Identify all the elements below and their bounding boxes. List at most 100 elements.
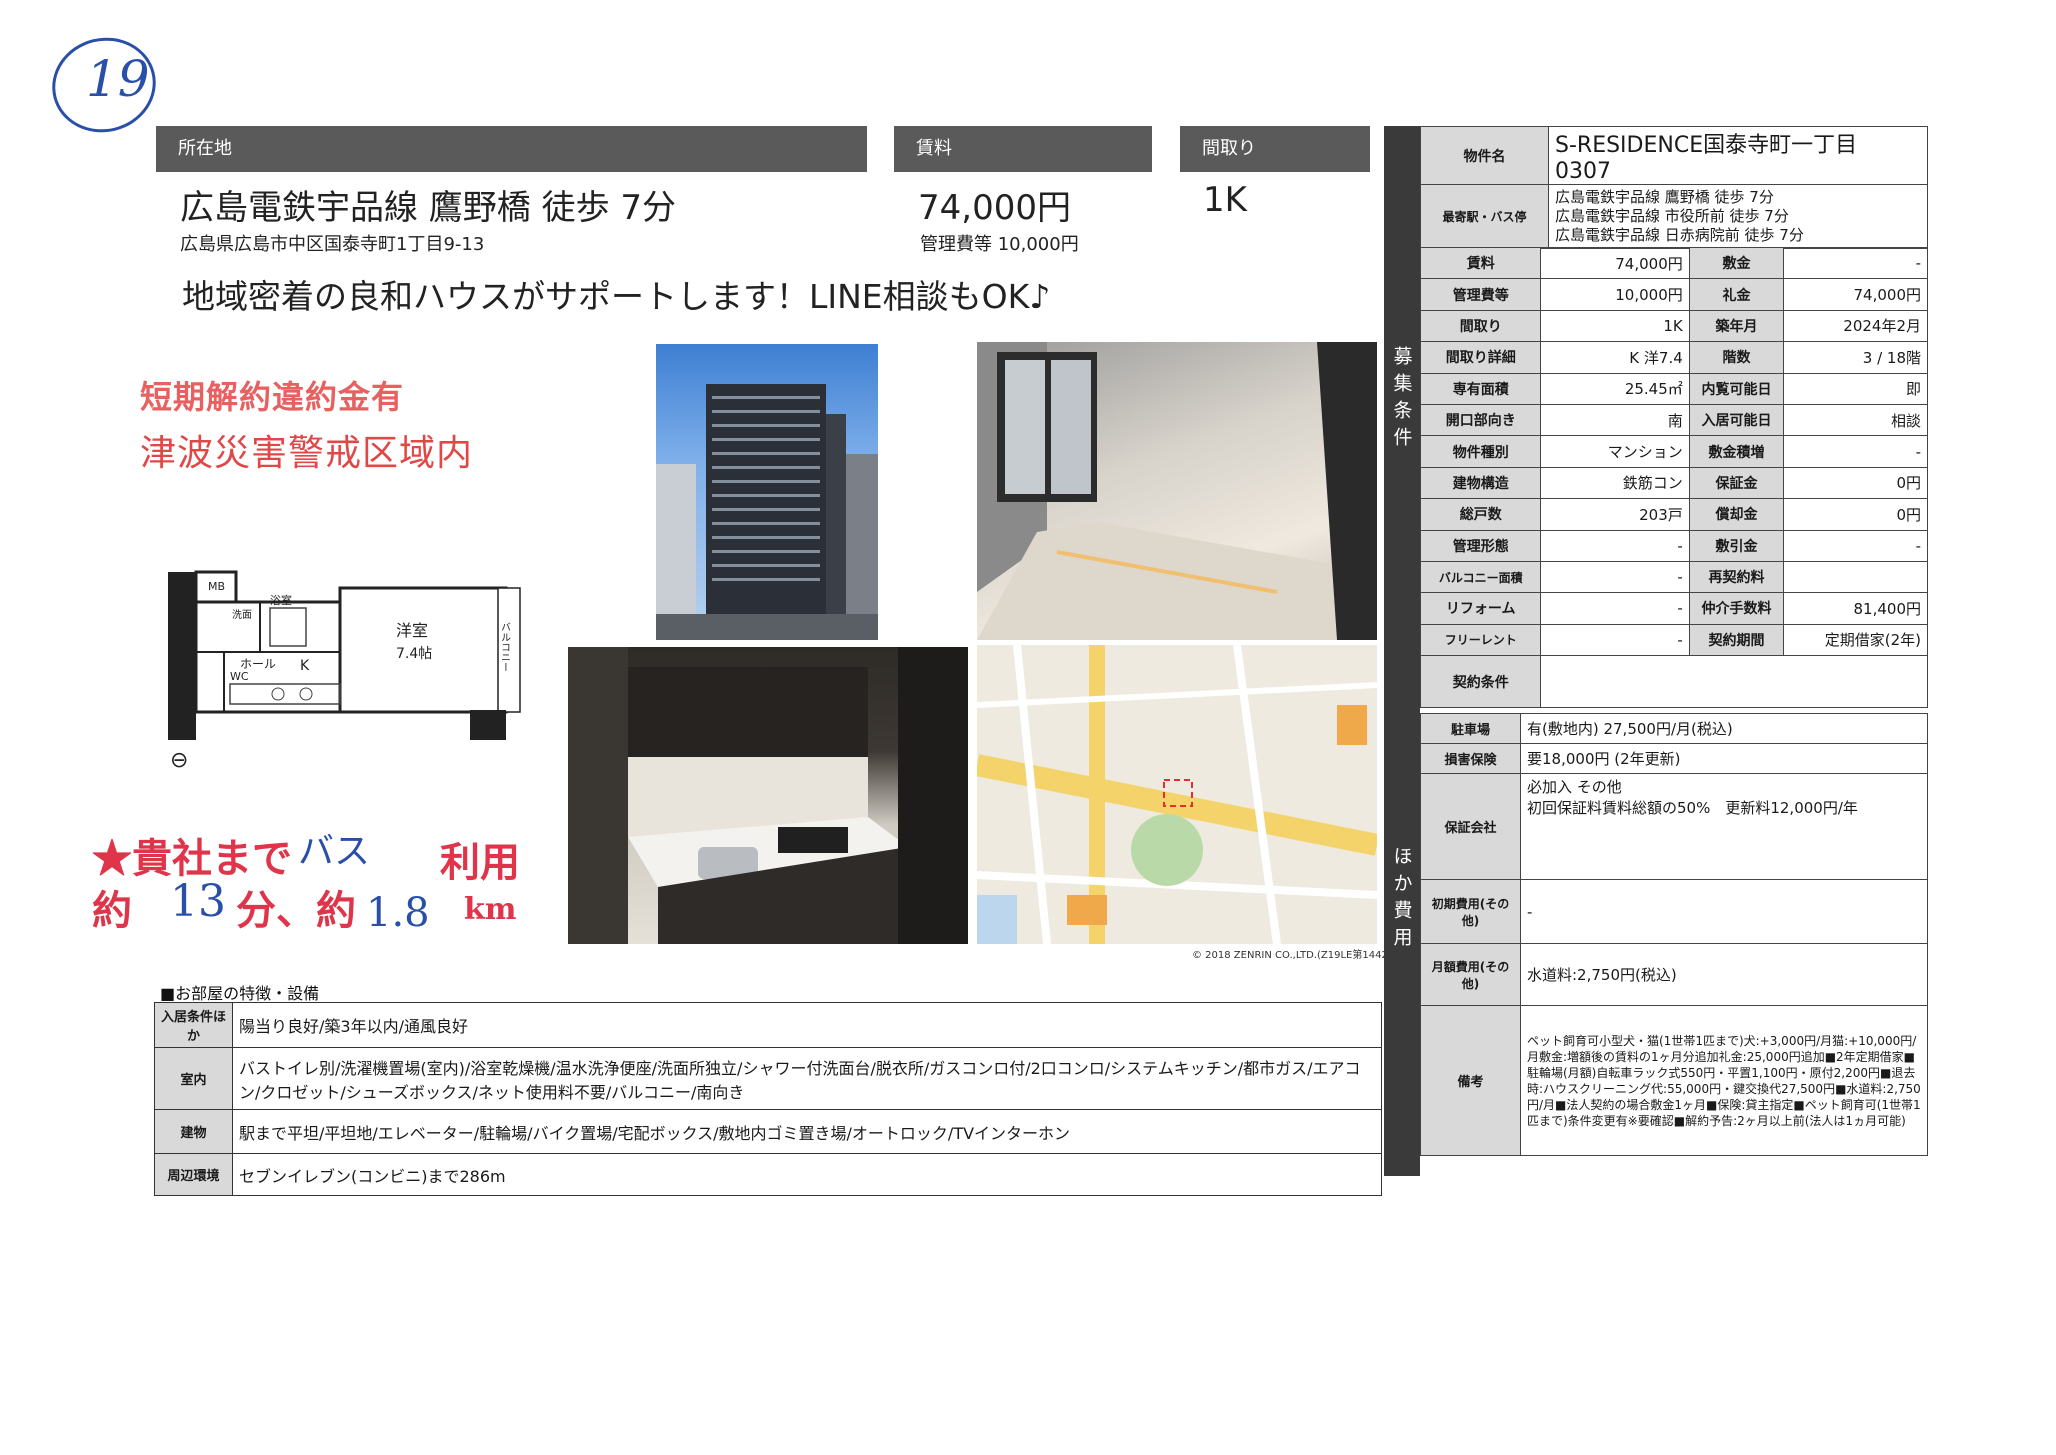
features-row-building: 建物 駅まで平坦/平坦地/エレベーター/駐輪場/バイク置場/宅配ボックス/敷地内… — [154, 1109, 1382, 1154]
condition-label: 物件種別 — [1419, 435, 1542, 468]
condition-label: 開口部向き — [1419, 403, 1542, 437]
promo-text: 地域密着の良和ハウスがサポートします！LINE相談もOK♪ — [182, 277, 1051, 316]
floorplan-wash-label: 洗面 — [232, 609, 252, 621]
property-name-label: 物件名 — [1420, 126, 1549, 185]
floorplan: MB 浴室 洗面 ホール K WC 洋室 7.4帖 バルコニー — [168, 570, 521, 740]
property-name-table: 物件名 S-RESIDENCE国泰寺町一丁目 0307 最寄駅・バス停 広島電鉄… — [1420, 126, 1928, 249]
condition-label: 管理形態 — [1419, 529, 1542, 562]
compass-icon: ⊖ — [170, 748, 189, 773]
condition-label: 敷金 — [1688, 246, 1785, 280]
features-value: 陽当り良好/築3年以内/通風良好 — [232, 1002, 1382, 1048]
condition-value: 0円 — [1783, 466, 1928, 500]
monthly-costs-value: 水道料:2,750円(税込) — [1520, 943, 1928, 1006]
conditions-row: 専有面積 25.45㎡ 内覧可能日即 — [1419, 372, 1928, 405]
condition-label: 専有面積 — [1419, 372, 1542, 405]
layout-header: 間取り — [1180, 126, 1370, 172]
floorplan-hall-label: ホール — [240, 657, 276, 671]
condition-label: 建物構造 — [1419, 466, 1542, 500]
floorplan-room-label: 洋室 — [396, 621, 428, 640]
nearest-station-1: 広島電鉄宇品線 鷹野橋 徒歩 7分 — [1555, 188, 1774, 206]
condition-value: 南 — [1540, 403, 1690, 437]
floorplan-wc-label: WC — [230, 670, 249, 683]
condition-value: - — [1540, 592, 1690, 625]
features-value: 駅まで平坦/平坦地/エレベーター/駐輪場/バイク置場/宅配ボックス/敷地内ゴミ置… — [232, 1109, 1382, 1154]
contract-conditions-label: 契約条件 — [1419, 655, 1542, 709]
condition-value: 81,400円 — [1783, 592, 1928, 625]
features-table: 入居条件ほか 陽当り良好/築3年以内/通風良好 室内 バストイレ別/洗濯機置場(… — [154, 1002, 1382, 1196]
features-key: 室内 — [154, 1047, 233, 1110]
condition-value: 相談 — [1783, 403, 1928, 437]
condition-label: 総戸数 — [1419, 498, 1542, 531]
handwriting-use: 利用 — [440, 839, 520, 886]
features-row-conditions: 入居条件ほか 陽当り良好/築3年以内/通風良好 — [154, 1002, 1382, 1048]
conditions-row: フリーレント - 契約期間 定期借家(2年) — [1419, 623, 1928, 657]
condition-label: リフォーム — [1419, 592, 1542, 625]
features-title: ■お部屋の特徴・設備 — [160, 984, 320, 1003]
address: 広島県広島市中区国泰寺町1丁目9-13 — [180, 234, 485, 255]
other-costs-bar: ほか費用 — [1384, 716, 1420, 1176]
warning-stamp: 短期解約違約金有 津波災害警戒区域内 — [140, 372, 473, 476]
condition-value: 74,000円 — [1540, 246, 1690, 280]
condition-label: 階数 — [1688, 341, 1785, 374]
location-header: 所在地 — [156, 126, 867, 172]
handwriting-distance-unit: km — [464, 892, 517, 927]
insurance-value: 要18,000円 (2年更新) — [1520, 743, 1928, 774]
condition-value: 10,000円 — [1540, 278, 1690, 311]
handwriting-minutes-value: 13 — [170, 876, 226, 927]
other-costs-table: 駐車場 有(敷地内) 27,500円/月(税込) 損害保険 要18,000円 (… — [1420, 713, 1928, 1156]
condition-label: 礼金 — [1688, 278, 1785, 311]
condition-label: 再契約料 — [1688, 560, 1785, 594]
condition-value: 0円 — [1783, 498, 1928, 531]
nearest-station-3: 広島電鉄宇品線 日赤病院前 徒歩 7分 — [1555, 226, 1804, 244]
rent-header: 賃料 — [894, 126, 1152, 172]
building-photo — [656, 344, 878, 640]
conditions-row: 開口部向き南入居可能日 相談 — [1419, 403, 1928, 437]
features-value: バストイレ別/洗濯機置場(室内)/浴室乾燥機/温水洗浄便座/洗面所独立/シャワー… — [232, 1047, 1382, 1110]
condition-value: - — [1783, 246, 1928, 280]
conditions-row: 建物構造 鉄筋コン 保証金 0円 — [1419, 466, 1928, 500]
guarantor-value-2: 初回保証料賃料総額の50% 更新料12,000円/年 — [1527, 799, 1858, 817]
conditions-row: 間取り詳細 K 洋7.4 階数 3 / 18階 — [1419, 341, 1928, 374]
condition-label: 敷金積増 — [1688, 435, 1785, 468]
condition-value: - — [1783, 435, 1928, 468]
handwriting-approx: 約 — [92, 887, 132, 934]
condition-value: - — [1540, 529, 1690, 562]
condition-value: - — [1540, 623, 1690, 657]
remarks-value: ペット飼育可小型犬・猫(1世帯1匹まで)犬:+3,000円/月猫:+10,000… — [1520, 1005, 1928, 1156]
condition-value: K 洋7.4 — [1540, 341, 1690, 374]
location-map — [977, 645, 1377, 944]
condition-value — [1783, 560, 1928, 594]
handwriting-minutes-unit: 分、約 — [236, 887, 356, 934]
condition-value: 25.45㎡ — [1540, 372, 1690, 405]
nearest-station-2: 広島電鉄宇品線 市役所前 徒歩 7分 — [1555, 207, 1789, 225]
condition-label: 入居可能日 — [1688, 403, 1785, 437]
condition-label: 償却金 — [1688, 498, 1785, 531]
condition-value: 鉄筋コン — [1540, 466, 1690, 500]
features-row-interior: 室内 バストイレ別/洗濯機置場(室内)/浴室乾燥機/温水洗浄便座/洗面所独立/シ… — [154, 1047, 1382, 1110]
page-number: 19 — [86, 50, 150, 108]
condition-value: マンション — [1540, 435, 1690, 468]
room-photo — [977, 342, 1377, 640]
guarantor-label: 保証会社 — [1420, 773, 1521, 880]
conditions-row: 総戸数 203戸 償却金 0円 — [1419, 498, 1928, 531]
condition-value: 定期借家(2年) — [1783, 623, 1928, 657]
property-name: S-RESIDENCE国泰寺町一丁目 0307 — [1548, 126, 1928, 185]
station-access: 広島電鉄宇品線 鷹野橋 徒歩 7分 — [180, 188, 677, 228]
floorplan-room-size: 7.4帖 — [396, 646, 432, 662]
initial-costs-value: - — [1520, 879, 1928, 944]
conditions-row: 管理費等 10,000円 礼金 74,000円 — [1419, 278, 1928, 311]
early-termination-note: 短期解約違約金有 — [140, 378, 405, 416]
condition-label: 内覧可能日 — [1688, 372, 1785, 405]
conditions-row: バルコニー面積 - 再契約料 — [1419, 560, 1928, 594]
condition-label: 築年月 — [1688, 309, 1785, 343]
condition-label: 間取り詳細 — [1419, 341, 1542, 374]
condition-value: 2024年2月 — [1783, 309, 1928, 343]
features-value: セブンイレブン(コンビニ)まで286m — [232, 1153, 1382, 1196]
floorplan-bath-label: 浴室 — [270, 593, 292, 607]
condition-label: 管理費等 — [1419, 278, 1542, 311]
condition-value: 1K — [1540, 309, 1690, 343]
layout-value: 1K — [1203, 180, 1247, 220]
conditions-row: 物件種別 マンション 敷金積増 - — [1419, 435, 1928, 468]
features-key: 周辺環境 — [154, 1153, 233, 1196]
condition-label: 仲介手数料 — [1688, 592, 1785, 625]
